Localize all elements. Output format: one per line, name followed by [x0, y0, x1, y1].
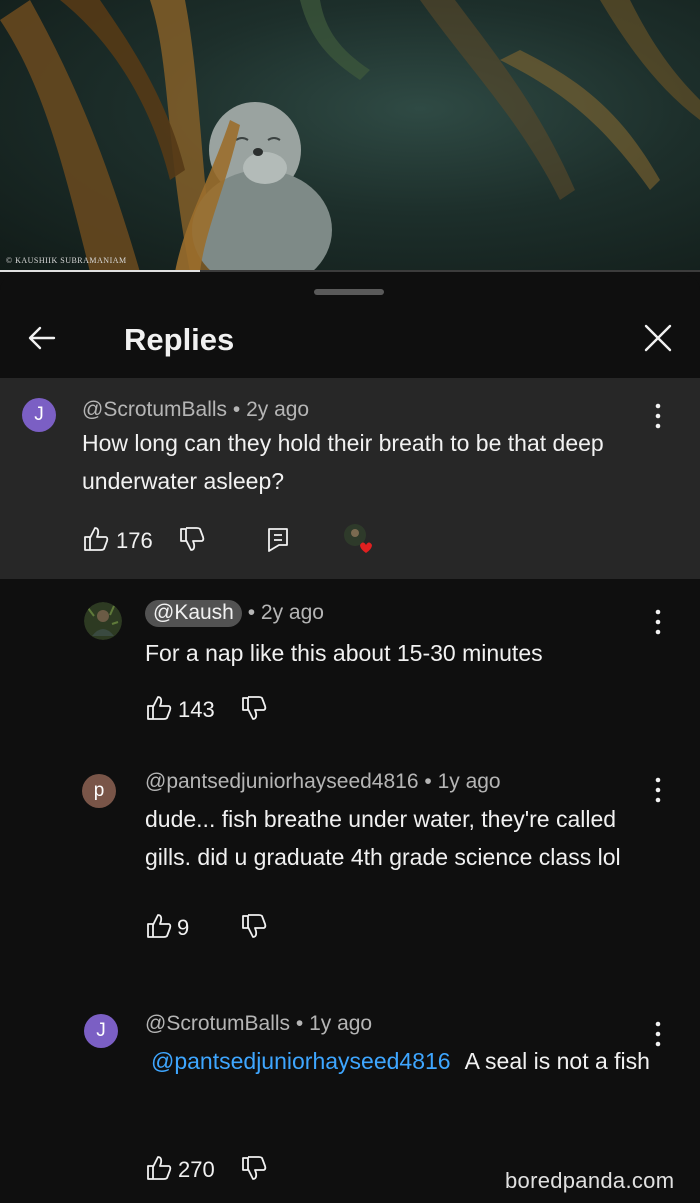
reply-comment: @Kaush • 2y ago For a nap like this abou… — [0, 596, 700, 726]
thumbs-up-icon[interactable] — [145, 912, 173, 940]
comment-meta: @ScrotumBalls • 1y ago — [145, 1012, 372, 1036]
avatar[interactable]: J — [22, 398, 56, 432]
reply-comment: p @pantsedjuniorhayseed4816 • 1y ago dud… — [0, 762, 700, 962]
comment-age: 2y ago — [260, 601, 324, 624]
meta-separator: • — [247, 601, 261, 624]
video-progress-fill — [0, 270, 200, 272]
comment-author[interactable]: @ScrotumBalls — [82, 398, 227, 421]
thumbs-down-icon[interactable] — [240, 912, 268, 940]
close-icon[interactable] — [640, 320, 676, 356]
like-count: 9 — [177, 915, 190, 940]
comment-age: 1y ago — [309, 1012, 373, 1035]
arrow-left-icon[interactable] — [24, 320, 60, 356]
comment-text: @pantsedjuniorhayseed4816 A seal is not a… — [145, 1042, 660, 1080]
video-progress-bar[interactable] — [0, 270, 700, 272]
like-count: 176 — [116, 528, 153, 553]
thumbs-down-icon[interactable] — [178, 525, 206, 553]
page-title: Replies — [124, 322, 235, 357]
thumbs-up-icon[interactable] — [145, 694, 173, 722]
comment-text-body: A seal is not a fish — [464, 1048, 650, 1074]
creator-author-chip[interactable]: @Kaush — [145, 600, 242, 627]
comment-age: 1y ago — [437, 770, 501, 793]
comment-actions: 176 — [82, 524, 402, 555]
thumbs-down-icon[interactable] — [240, 1154, 268, 1182]
more-vertical-icon[interactable] — [653, 608, 663, 636]
meta-separator: • — [295, 1012, 310, 1035]
replies-sheet: Replies J @ScrotumBalls • 2y ago How lon… — [0, 276, 700, 1203]
comment-text: dude... fish breathe under water, they'r… — [145, 806, 621, 870]
comment-text: How long can they hold their breath to b… — [82, 430, 604, 494]
comment-actions: 143 — [145, 694, 345, 724]
comment-meta: @ScrotumBalls • 2y ago — [82, 398, 309, 422]
comment-meta: @pantsedjuniorhayseed4816 • 1y ago — [145, 770, 501, 794]
parent-comment: J @ScrotumBalls • 2y ago How long can th… — [0, 378, 700, 579]
comment-author[interactable]: @ScrotumBalls — [145, 1012, 290, 1035]
meta-separator: • — [424, 770, 438, 793]
avatar[interactable]: J — [84, 1014, 118, 1048]
replies-header: Replies — [0, 306, 700, 376]
like-count: 270 — [178, 1157, 215, 1182]
comment-meta: @Kaush • 2y ago — [145, 600, 324, 627]
video-watermark: © KAUSHIIK SUBRAMANIAM — [6, 256, 127, 265]
avatar[interactable] — [84, 602, 122, 640]
drag-handle[interactable] — [314, 289, 384, 295]
meta-separator: • — [232, 398, 247, 421]
reply-icon[interactable] — [265, 525, 291, 553]
comment-actions: 9 — [145, 912, 345, 942]
creator-heart-icon — [344, 524, 372, 553]
comment-text: For a nap like this about 15-30 minutes — [145, 640, 543, 666]
thumbs-up-icon[interactable] — [82, 525, 110, 553]
thumbs-up-icon[interactable] — [145, 1154, 173, 1182]
comment-author[interactable]: @pantsedjuniorhayseed4816 — [145, 770, 419, 793]
avatar[interactable]: p — [82, 774, 116, 808]
thumbs-down-icon[interactable] — [240, 694, 268, 722]
reply-comment: J @ScrotumBalls • 1y ago @pantsedjuniorh… — [0, 1010, 700, 1182]
like-count: 143 — [178, 697, 215, 722]
more-vertical-icon[interactable] — [653, 402, 663, 430]
comment-actions: 270 — [145, 1154, 345, 1184]
brand-watermark: boredpanda.com — [505, 1168, 675, 1193]
comment-age: 2y ago — [246, 398, 310, 421]
more-vertical-icon[interactable] — [653, 776, 663, 804]
mention-link[interactable]: @pantsedjuniorhayseed4816 — [151, 1048, 451, 1074]
video-frame — [0, 0, 700, 272]
video-player[interactable]: © KAUSHIIK SUBRAMANIAM — [0, 0, 700, 272]
